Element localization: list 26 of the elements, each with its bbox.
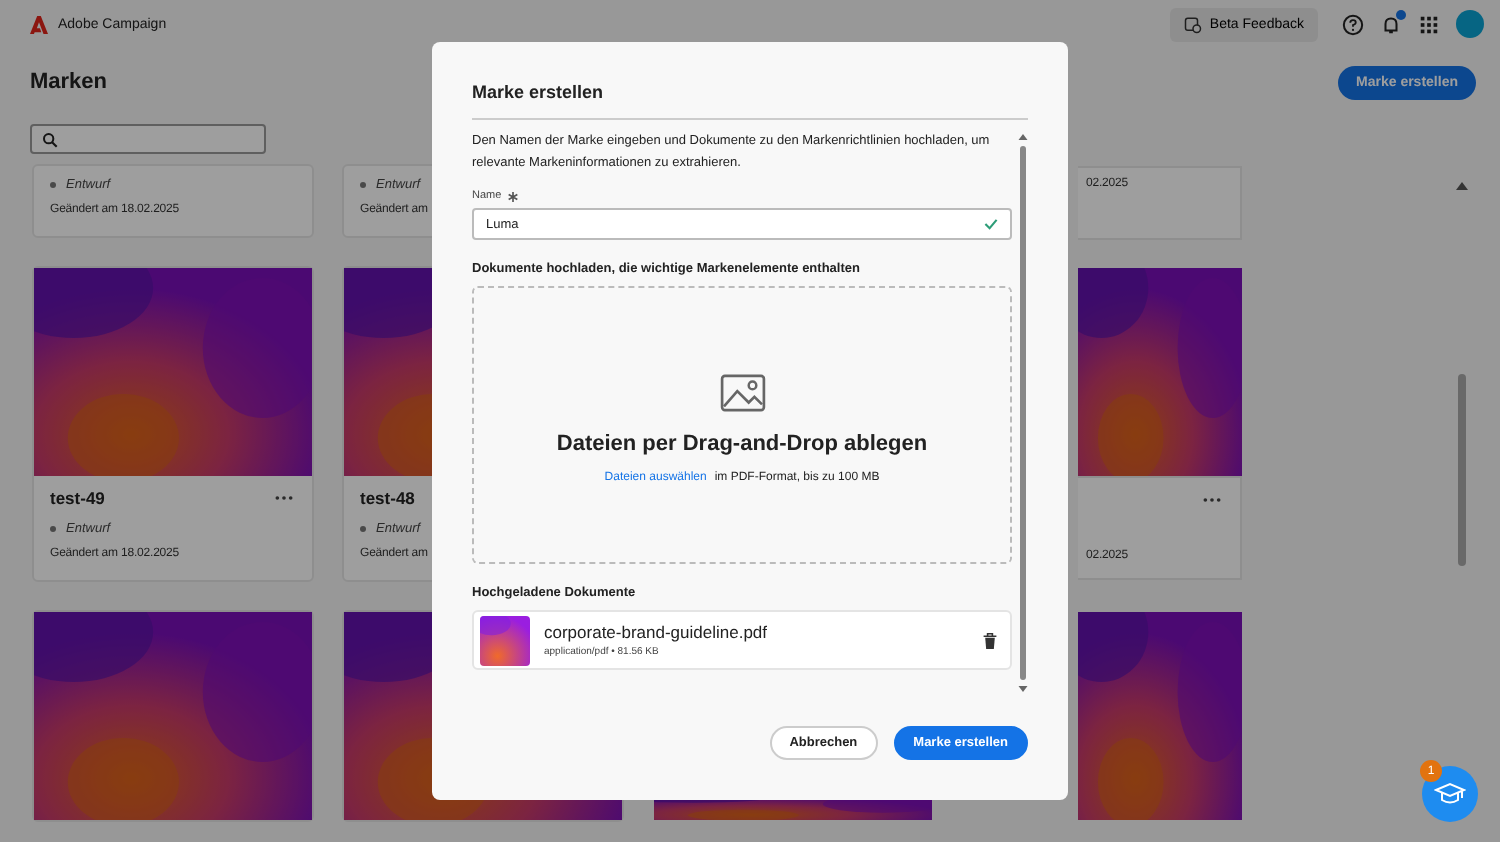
page-title: Marken	[30, 70, 108, 94]
card-title: test-48	[360, 488, 415, 508]
help-icon[interactable]	[1342, 13, 1364, 35]
scroll-up-icon	[1456, 182, 1468, 190]
file-name: corporate-brand-guideline.pdf	[544, 622, 770, 642]
dialog-title: Marke erstellen	[472, 82, 1028, 120]
feedback-icon	[1183, 15, 1202, 33]
bell-icon[interactable]	[1380, 13, 1402, 35]
apps-grid-icon[interactable]	[1418, 13, 1440, 35]
status-dot	[360, 525, 366, 531]
status-dot	[50, 525, 56, 531]
card-title: test-49	[50, 488, 105, 508]
search-icon	[42, 131, 58, 147]
more-icon[interactable]	[274, 494, 294, 502]
status-dot	[50, 181, 56, 187]
graduation-cap-icon	[1434, 782, 1466, 806]
scroll-down-icon[interactable]	[1018, 686, 1028, 692]
page-scrollbar[interactable]	[1458, 374, 1466, 566]
trash-icon[interactable]	[982, 631, 998, 649]
dropzone-title: Dateien per Drag-and-Drop ablegen	[556, 432, 928, 456]
app-logo-icon	[30, 15, 48, 33]
scroll-up-icon[interactable]	[1018, 134, 1028, 140]
more-icon[interactable]	[1202, 496, 1222, 504]
status-dot	[360, 181, 366, 187]
image-icon	[719, 374, 765, 412]
search-field[interactable]	[30, 124, 266, 154]
